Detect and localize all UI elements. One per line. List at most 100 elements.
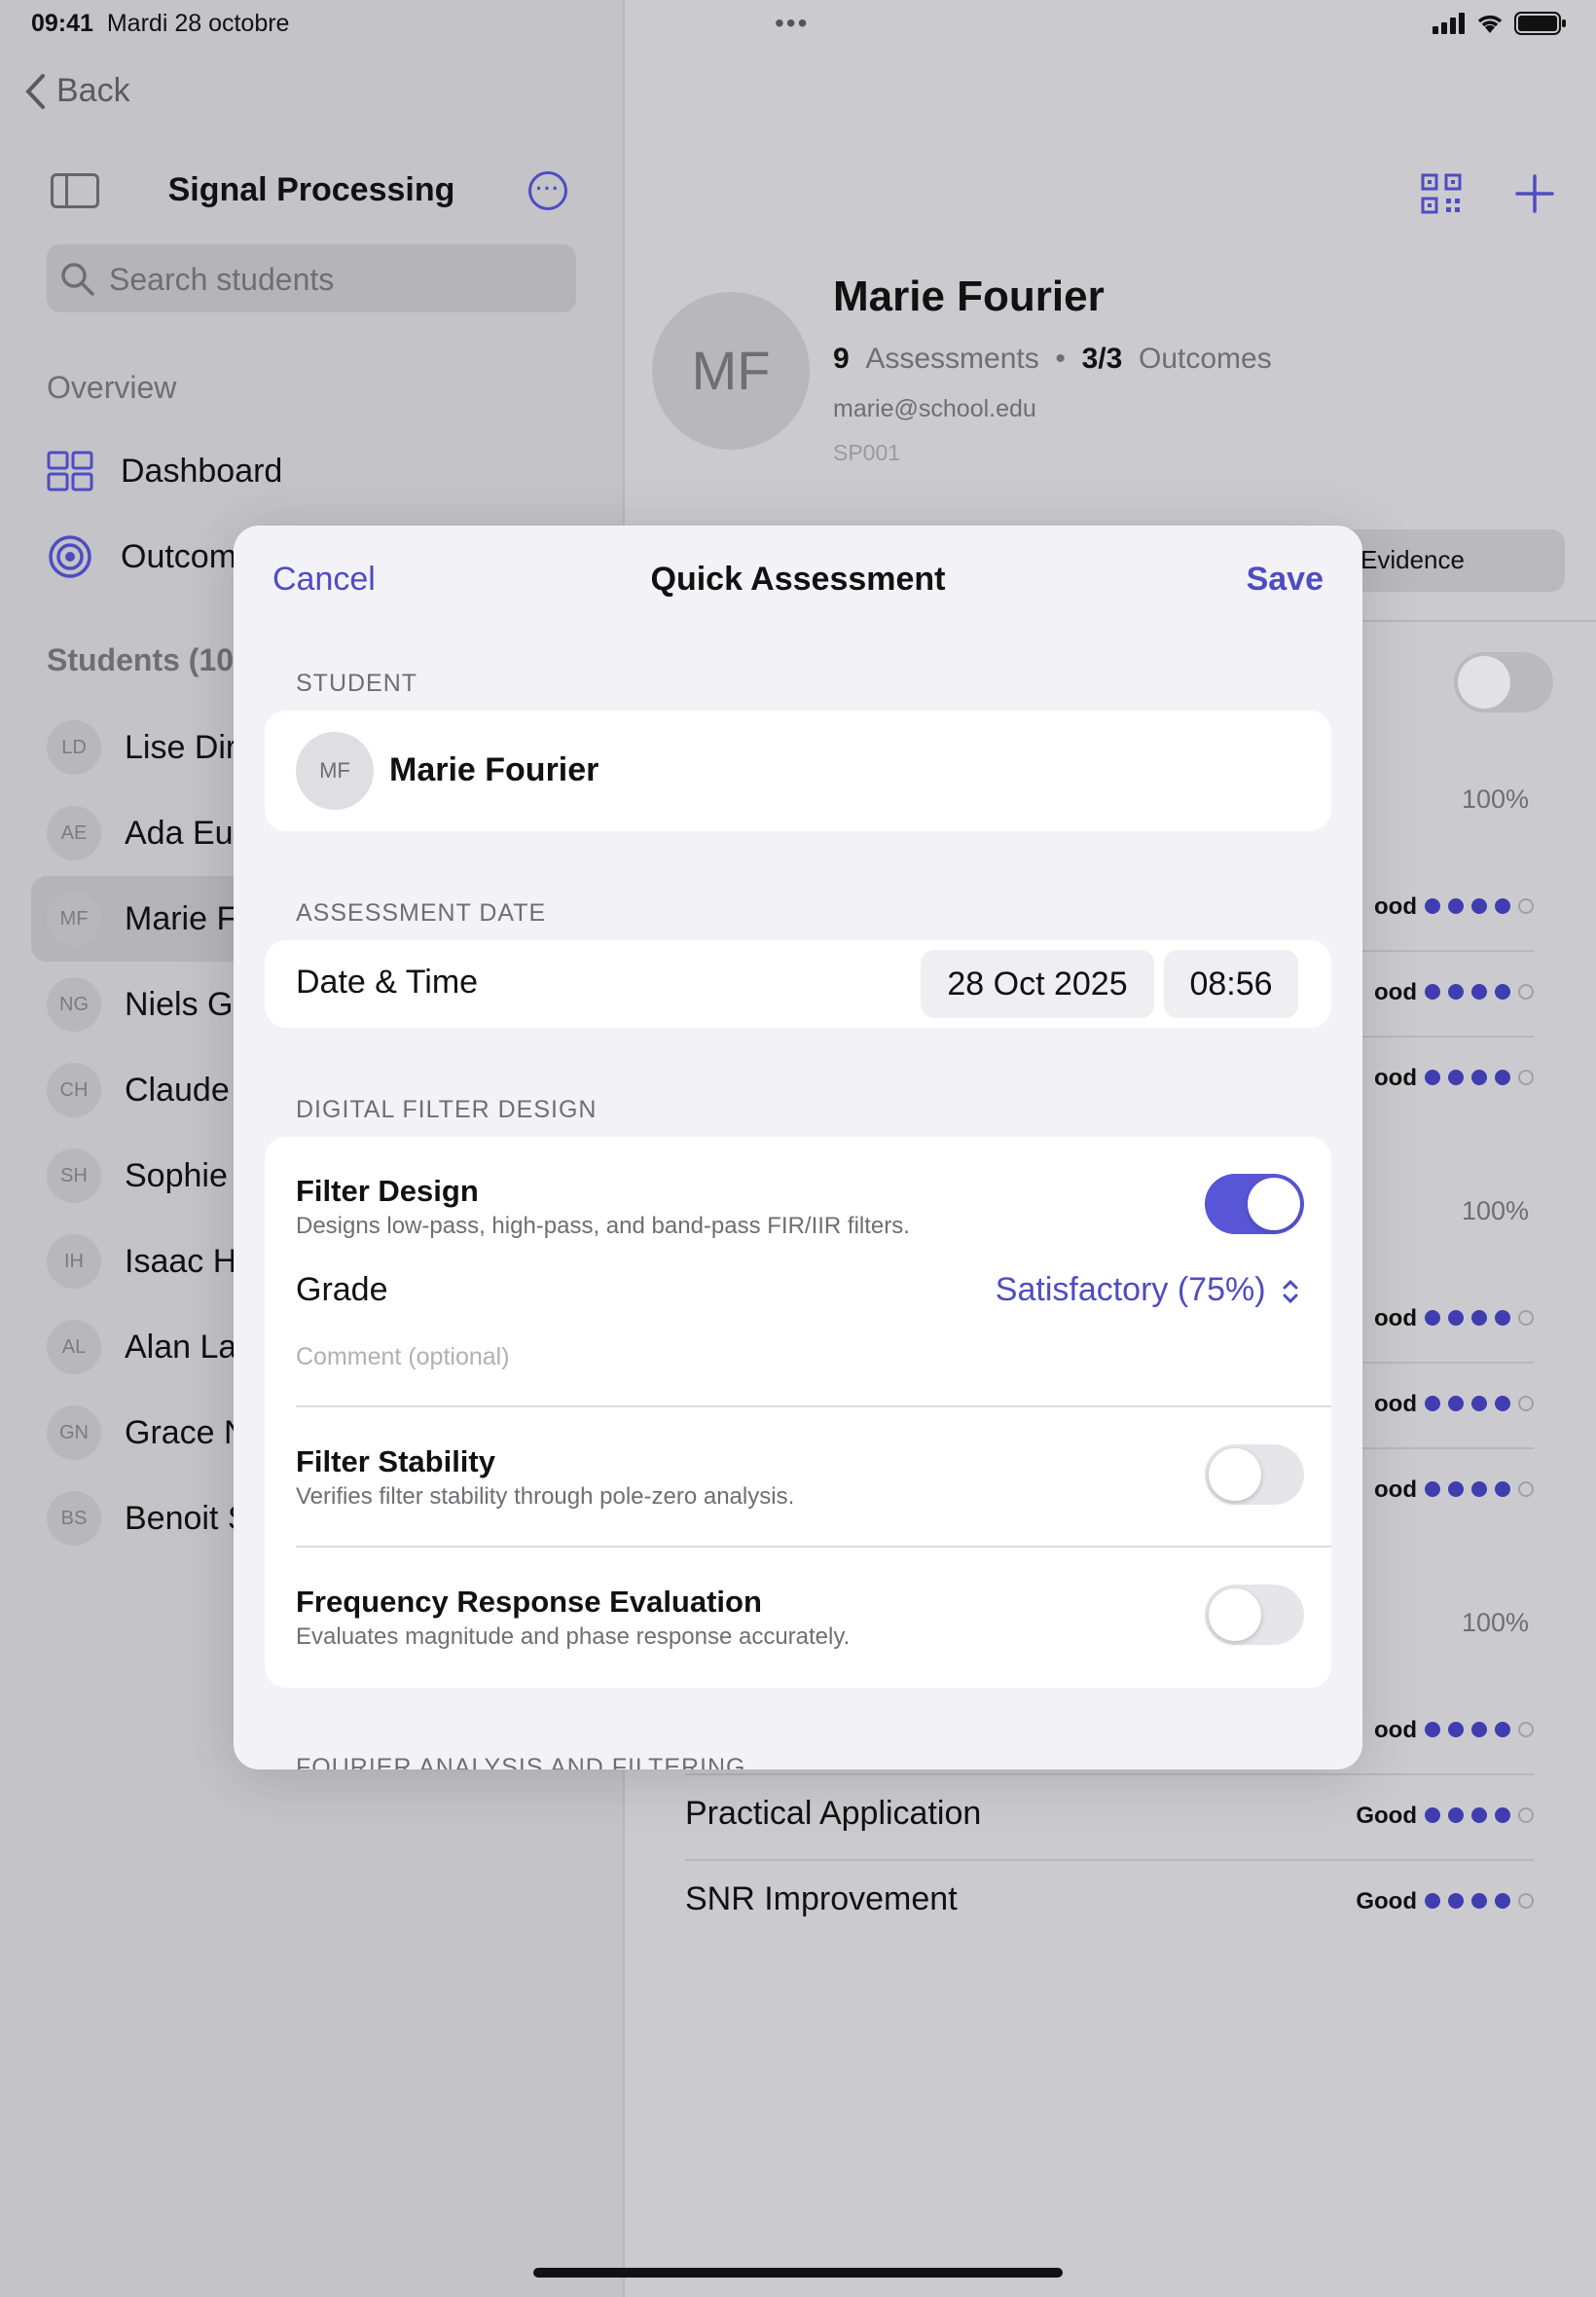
profile-stats: 9 Assessments • 3/3 Outcomes [833, 343, 1272, 376]
criterion-title: Filter Stability [296, 1444, 495, 1478]
student-row[interactable]: IH Isaac Hi [47, 1234, 244, 1289]
grade-picker[interactable]: Satisfactory (75%) [996, 1271, 1300, 1309]
rating-dots [1425, 1893, 1534, 1909]
search-field[interactable]: Search students [47, 244, 576, 312]
sheet-title: Quick Assessment [650, 561, 946, 598]
multitasking-dots-icon[interactable]: ••• [775, 8, 809, 39]
assessments-label: Assessments [865, 343, 1039, 375]
nav-item-label: Dashboard [121, 452, 283, 490]
grade-text: ood [1374, 1305, 1417, 1331]
quick-assessment-sheet: Quick Assessment Cancel Save STUDENT MF … [234, 526, 1362, 1769]
profile-email: marie@school.edu [833, 395, 1036, 422]
criterion-row[interactable]: Practical Application Good [685, 1775, 1534, 1861]
section-header-fourier: FOURIER ANALYSIS AND FILTERING [296, 1754, 746, 1769]
status-time: 09:41 Mardi 28 octobre [31, 10, 290, 37]
nav-item-label: Outcom [121, 537, 237, 575]
student-row[interactable]: BS Benoit S [47, 1491, 250, 1546]
section-header-date: ASSESSMENT DATE [296, 899, 547, 927]
signal-icon [1433, 13, 1465, 34]
student-row[interactable]: NG Niels Ga [47, 977, 251, 1032]
filter-stability-toggle[interactable] [1205, 1444, 1304, 1505]
date-picker-button[interactable]: 28 Oct 2025 [921, 950, 1154, 1018]
avatar: SH [47, 1148, 101, 1203]
avatar: IH [47, 1234, 101, 1289]
grade-text: ood [1374, 1391, 1417, 1417]
row-divider [296, 1405, 1331, 1407]
avatar: LD [47, 720, 101, 775]
student-name: Isaac Hi [125, 1242, 244, 1280]
student-row[interactable]: GN Grace N [47, 1405, 248, 1460]
outcomes-count: 3/3 [1081, 343, 1123, 375]
search-placeholder: Search students [109, 262, 335, 297]
avatar: AL [47, 1320, 101, 1374]
avatar: GN [47, 1405, 101, 1460]
rating-dots [1425, 1807, 1534, 1823]
search-icon [61, 263, 94, 296]
criterion-description: Evaluates magnitude and phase response a… [296, 1623, 851, 1650]
grade-text: Good [1356, 1803, 1417, 1829]
student-row[interactable]: LD Lise Diri [47, 720, 244, 775]
student-name: Marie Fourier [389, 751, 599, 788]
rating-dots [1425, 1481, 1534, 1497]
avatar: MF [296, 732, 374, 810]
rating-dots [1425, 1722, 1534, 1737]
background-toggle[interactable] [1454, 652, 1553, 712]
student-row-selected[interactable]: MF Marie F [47, 892, 236, 946]
student-name: Lise Diri [125, 728, 244, 766]
section-header-filter-design: DIGITAL FILTER DESIGN [296, 1096, 598, 1123]
grade-text: ood [1374, 1065, 1417, 1091]
criterion-title: Filter Design [296, 1174, 479, 1208]
time-picker-button[interactable]: 08:56 [1164, 950, 1298, 1018]
rating-dots [1425, 1310, 1534, 1326]
profile-avatar: MF [652, 292, 810, 450]
avatar: CH [47, 1063, 101, 1117]
cancel-button[interactable]: Cancel [272, 561, 376, 599]
student-card: MF Marie Fourier [265, 711, 1331, 831]
grade-text: ood [1374, 979, 1417, 1005]
battery-icon [1514, 12, 1566, 35]
outcomes-label: Outcomes [1139, 343, 1272, 375]
student-name: Marie F [125, 899, 237, 937]
status-bar: 09:41 Mardi 28 octobre ••• [0, 0, 1596, 47]
grid-icon [47, 451, 93, 492]
grade-value: Satisfactory (75%) [995, 1271, 1266, 1308]
student-row[interactable]: AE Ada Eule [47, 806, 259, 860]
student-row[interactable]: SH Sophie [47, 1148, 228, 1203]
profile-student-id: SP001 [833, 440, 901, 465]
assessments-count: 9 [833, 343, 850, 375]
date-time-label: Date & Time [296, 964, 479, 1001]
outcome-percent: 100% [1462, 1196, 1530, 1225]
date-card: Date & Time 28 Oct 2025 08:56 [265, 940, 1331, 1028]
profile-name: Marie Fourier [833, 273, 1105, 320]
criterion-label: SNR Improvement [685, 1880, 958, 1917]
add-icon[interactable] [1514, 173, 1555, 214]
home-indicator[interactable] [533, 2268, 1063, 2278]
criterion-title: Frequency Response Evaluation [296, 1585, 762, 1619]
nav-item-outcomes[interactable]: Outcom [47, 528, 236, 586]
student-name: Claude [125, 1071, 230, 1109]
grade-text: ood [1374, 1477, 1417, 1503]
back-button[interactable]: Back [23, 72, 130, 110]
comment-field[interactable]: Comment (optional) [296, 1343, 510, 1371]
avatar: BS [47, 1491, 101, 1546]
students-label: Students (10 [47, 642, 235, 677]
student-name: Sophie [125, 1156, 228, 1194]
nav-item-dashboard[interactable]: Dashboard [47, 442, 282, 500]
rating-dots [1425, 1070, 1534, 1085]
segment-label: Evidence [1360, 545, 1465, 574]
more-options-icon[interactable]: ··· [528, 171, 567, 210]
criterion-description: Designs low-pass, high-pass, and band-pa… [296, 1213, 910, 1239]
student-row[interactable]: CH Claude [47, 1063, 230, 1117]
student-row[interactable]: AL Alan Lap [47, 1320, 255, 1374]
criterion-row[interactable]: SNR Improvement Good [685, 1861, 1534, 1947]
qr-code-icon[interactable] [1421, 173, 1462, 214]
chevron-up-down-icon [1283, 1279, 1298, 1304]
grade-label: Grade [296, 1271, 388, 1308]
frequency-response-toggle[interactable] [1205, 1585, 1304, 1645]
save-button[interactable]: Save [1247, 561, 1324, 599]
avatar: MF [47, 892, 101, 946]
grade-text: Good [1356, 1888, 1417, 1914]
outcome-percent: 100% [1462, 784, 1530, 814]
filter-design-toggle[interactable] [1205, 1174, 1304, 1234]
avatar: AE [47, 806, 101, 860]
